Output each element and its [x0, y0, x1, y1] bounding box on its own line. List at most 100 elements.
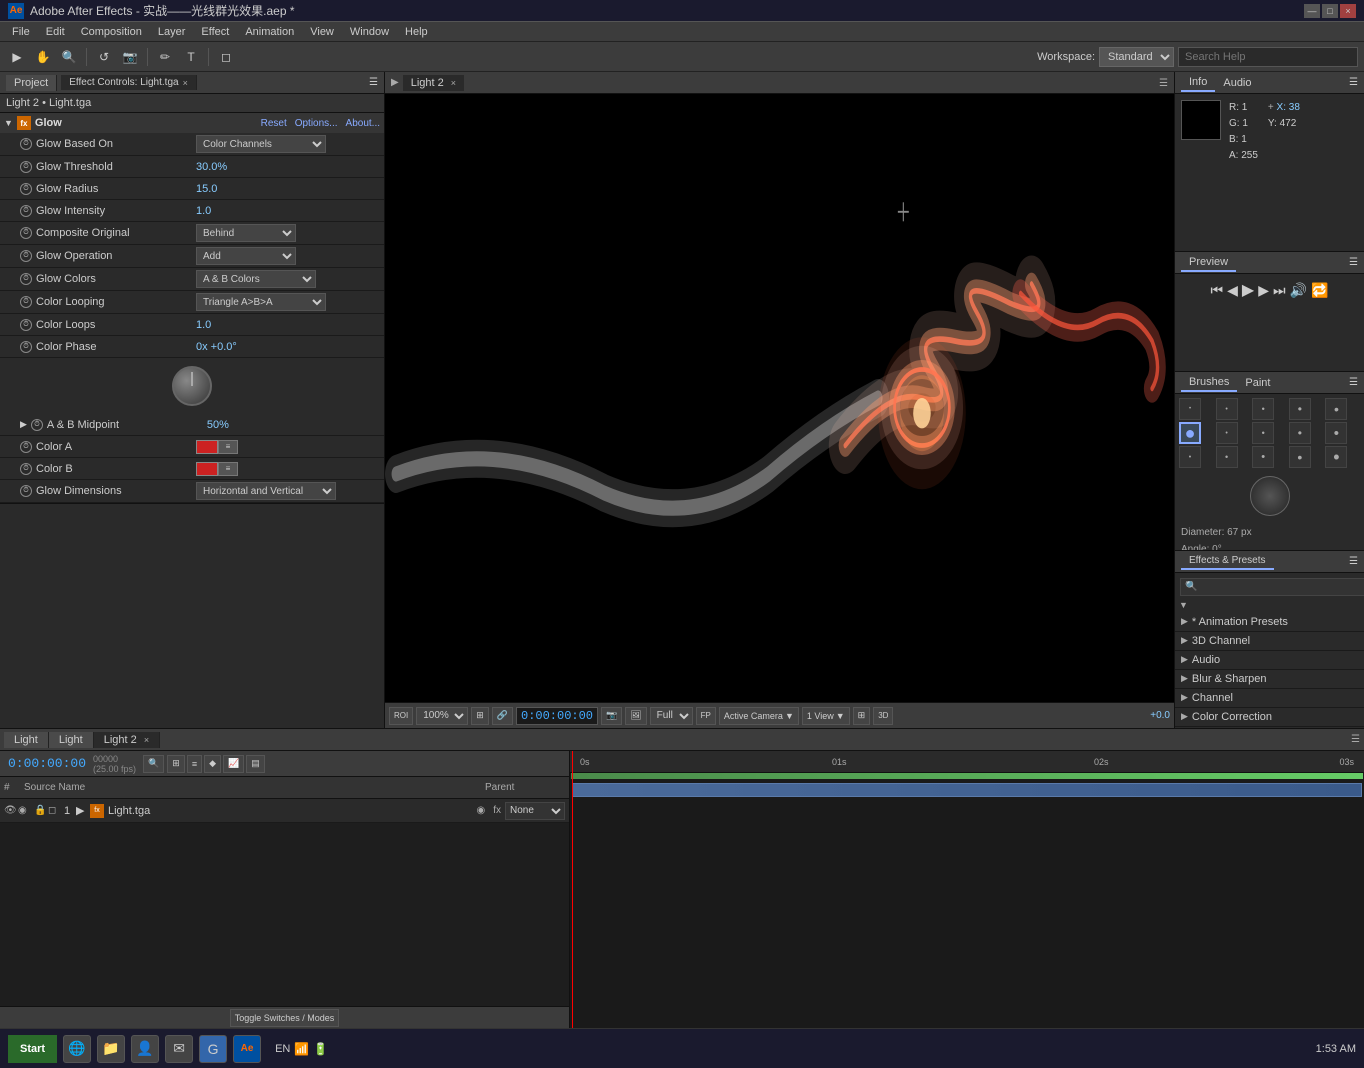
color-looping-select[interactable]: Triangle A>B>A — [196, 293, 326, 311]
tl-eye-icon[interactable]: 👁 — [4, 805, 16, 816]
brush-8[interactable]: • — [1252, 422, 1274, 444]
effects-item-color-correction[interactable]: ▶ Color Correction — [1175, 708, 1364, 727]
paint-tab[interactable]: Paint — [1237, 375, 1278, 391]
tl-search-btn[interactable]: 🔍 — [143, 755, 164, 773]
menu-layer[interactable]: Layer — [150, 24, 194, 40]
stopwatch-color-looping[interactable]: ⏱ — [20, 296, 32, 308]
glow-based-select[interactable]: Color Channels — [196, 135, 326, 153]
tl-lock-icon[interactable]: 🔒 — [34, 805, 46, 816]
tl-expand-arrow-1[interactable]: ▶ — [76, 804, 90, 817]
toolbar-hand[interactable]: ✋ — [32, 46, 54, 68]
snapshot-btn[interactable]: 📷 — [601, 707, 622, 725]
color-a-btn[interactable]: ≡ — [218, 440, 238, 454]
effects-item-composite-wizard[interactable]: ▶ Composite Wizard — [1175, 727, 1364, 729]
fast-preview-btn[interactable]: FP — [696, 707, 716, 725]
toolbar-rotate[interactable]: ↺ — [93, 46, 115, 68]
start-button[interactable]: Start — [8, 1035, 57, 1063]
brush-3[interactable]: • — [1252, 398, 1274, 420]
toolbar-camera[interactable]: 📷 — [119, 46, 141, 68]
zoom-select[interactable]: 100% — [416, 707, 468, 725]
maximize-btn[interactable]: □ — [1322, 4, 1338, 18]
color-phase-dial[interactable] — [172, 366, 212, 406]
stopwatch-color-loops[interactable]: ⏱ — [20, 319, 32, 331]
tl-comp-btn1[interactable]: ⊞ — [167, 755, 185, 773]
skip-end-btn[interactable]: ⏭ — [1273, 282, 1286, 299]
brush-2[interactable]: • — [1216, 398, 1238, 420]
about-btn[interactable]: About... — [346, 118, 380, 129]
toolbar-text[interactable]: T — [180, 46, 202, 68]
comp-region-btn[interactable]: ROI — [389, 707, 413, 725]
composite-select[interactable]: Behind — [196, 224, 296, 242]
stopwatch-glow-based[interactable]: ⏱ — [20, 138, 32, 150]
taskbar-chrome[interactable]: G — [199, 1035, 227, 1063]
close-tl-tab[interactable]: × — [144, 735, 149, 745]
stopwatch-glow-op[interactable]: ⏱ — [20, 250, 32, 262]
tl-keyframe-btn[interactable]: ◆ — [204, 755, 221, 773]
effects-presets-tab[interactable]: Effects & Presets — [1181, 553, 1274, 570]
tl-layer-btn[interactable]: ▤ — [246, 755, 265, 773]
taskbar-folder[interactable]: 📁 — [97, 1035, 125, 1063]
menu-animation[interactable]: Animation — [237, 24, 302, 40]
active-camera-btn[interactable]: Active Camera ▼ — [719, 707, 799, 725]
options-btn[interactable]: Options... — [295, 118, 338, 129]
menu-window[interactable]: Window — [342, 24, 397, 40]
comp-menu-btn[interactable]: ☰ — [1159, 78, 1168, 89]
brush-14[interactable]: • — [1289, 446, 1311, 468]
tl-tab-light2[interactable]: Light — [49, 732, 94, 748]
play-btn[interactable]: ▶ — [1242, 280, 1254, 300]
stopwatch-glow-intensity[interactable]: ⏱ — [20, 205, 32, 217]
brush-12[interactable]: • — [1216, 446, 1238, 468]
stopwatch-color-a[interactable]: ⏱ — [20, 441, 32, 453]
workspace-select[interactable]: Standard — [1099, 47, 1174, 67]
effects-item-animation-presets[interactable]: ▶ * Animation Presets — [1175, 613, 1364, 632]
tl-render-icon[interactable]: ◉ — [476, 805, 485, 816]
stopwatch-glow-radius[interactable]: ⏱ — [20, 183, 32, 195]
step-back-btn[interactable]: ◀ — [1227, 282, 1238, 299]
resolution-select[interactable]: Full — [650, 707, 693, 725]
taskbar-ae[interactable]: Ae — [233, 1035, 261, 1063]
brush-15[interactable]: • — [1325, 446, 1347, 468]
brush-5[interactable]: • — [1325, 398, 1347, 420]
skip-start-btn[interactable]: ⏮ — [1211, 282, 1224, 299]
color-b-btn[interactable]: ≡ — [218, 462, 238, 476]
info-tab[interactable]: Info — [1181, 74, 1215, 92]
brush-6-selected[interactable]: ● — [1179, 422, 1201, 444]
effects-item-3d-channel[interactable]: ▶ 3D Channel — [1175, 632, 1364, 651]
toolbar-shape[interactable]: ◻ — [215, 46, 237, 68]
view-count-btn[interactable]: 1 View ▼ — [802, 707, 850, 725]
stopwatch-glow-threshold[interactable]: ⏱ — [20, 161, 32, 173]
preview-menu-btn[interactable]: ☰ — [1349, 257, 1358, 268]
effects-item-audio[interactable]: ▶ Audio — [1175, 651, 1364, 670]
audio-tab[interactable]: Audio — [1215, 75, 1259, 91]
tl-fx-icon[interactable]: fx — [493, 805, 501, 816]
glow-radius-value[interactable]: 15.0 — [196, 183, 217, 195]
brush-1[interactable]: • — [1179, 398, 1201, 420]
color-b-swatch[interactable] — [196, 462, 218, 476]
minimize-btn[interactable]: — — [1304, 4, 1320, 18]
brush-13[interactable]: • — [1252, 446, 1274, 468]
show-snapshot-btn[interactable]: 🖼 — [625, 707, 646, 725]
taskbar-user[interactable]: 👤 — [131, 1035, 159, 1063]
brush-7[interactable]: • — [1216, 422, 1238, 444]
toggle-switches-btn[interactable]: Toggle Switches / Modes — [230, 1009, 340, 1027]
close-comp-tab[interactable]: × — [451, 78, 456, 88]
menu-composition[interactable]: Composition — [73, 24, 150, 40]
effects-item-blur[interactable]: ▶ Blur & Sharpen — [1175, 670, 1364, 689]
comp-fit-btn[interactable]: ⊞ — [471, 707, 489, 725]
stopwatch-color-b[interactable]: ⏱ — [20, 463, 32, 475]
glow-operation-select[interactable]: Add — [196, 247, 296, 265]
tl-tab-light1[interactable]: Light — [4, 732, 49, 748]
glow-threshold-value[interactable]: 30.0% — [196, 161, 227, 173]
stopwatch-color-phase[interactable]: ⏱ — [20, 341, 32, 353]
brushes-tab[interactable]: Brushes — [1181, 374, 1237, 392]
brushes-menu-btn[interactable]: ☰ — [1349, 377, 1358, 388]
tl-layer-bar-1[interactable] — [572, 783, 1362, 797]
toggle-3d-btn[interactable]: 3D — [873, 707, 893, 725]
menu-edit[interactable]: Edit — [38, 24, 73, 40]
menu-help[interactable]: Help — [397, 24, 436, 40]
loop-btn[interactable]: 🔁 — [1311, 282, 1328, 299]
stopwatch-ab-midpoint[interactable]: ⏱ — [31, 419, 43, 431]
tl-comp-btn2[interactable]: ≡ — [187, 755, 202, 773]
stopwatch-glow-colors[interactable]: ⏱ — [20, 273, 32, 285]
composition-tab[interactable]: Light 2 × — [403, 75, 464, 91]
